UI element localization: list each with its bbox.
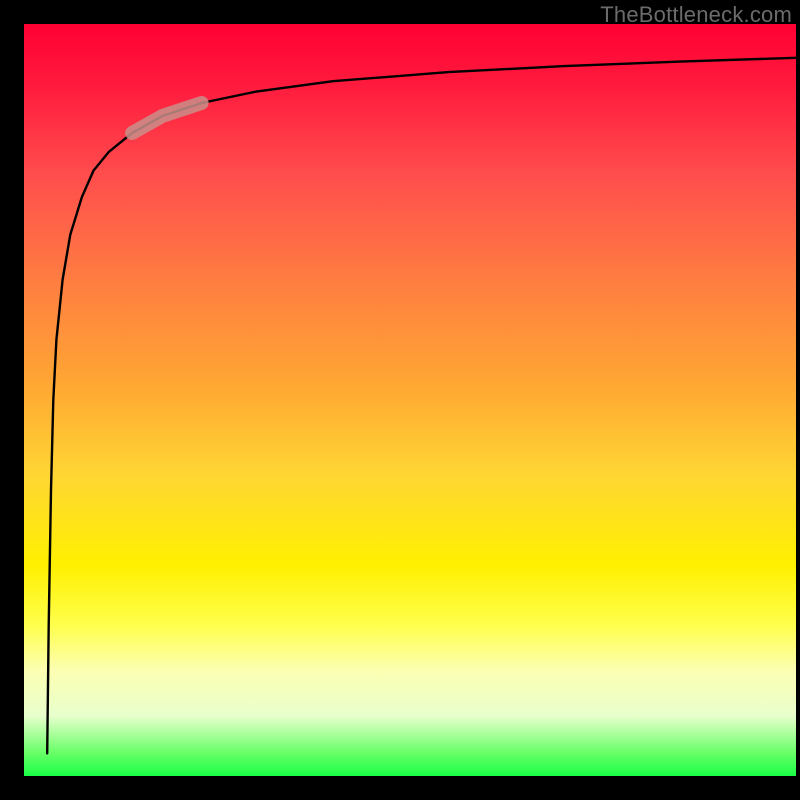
plot-background — [24, 24, 796, 776]
attribution-text: TheBottleneck.com — [600, 2, 792, 28]
chart-frame: TheBottleneck.com — [0, 0, 800, 800]
